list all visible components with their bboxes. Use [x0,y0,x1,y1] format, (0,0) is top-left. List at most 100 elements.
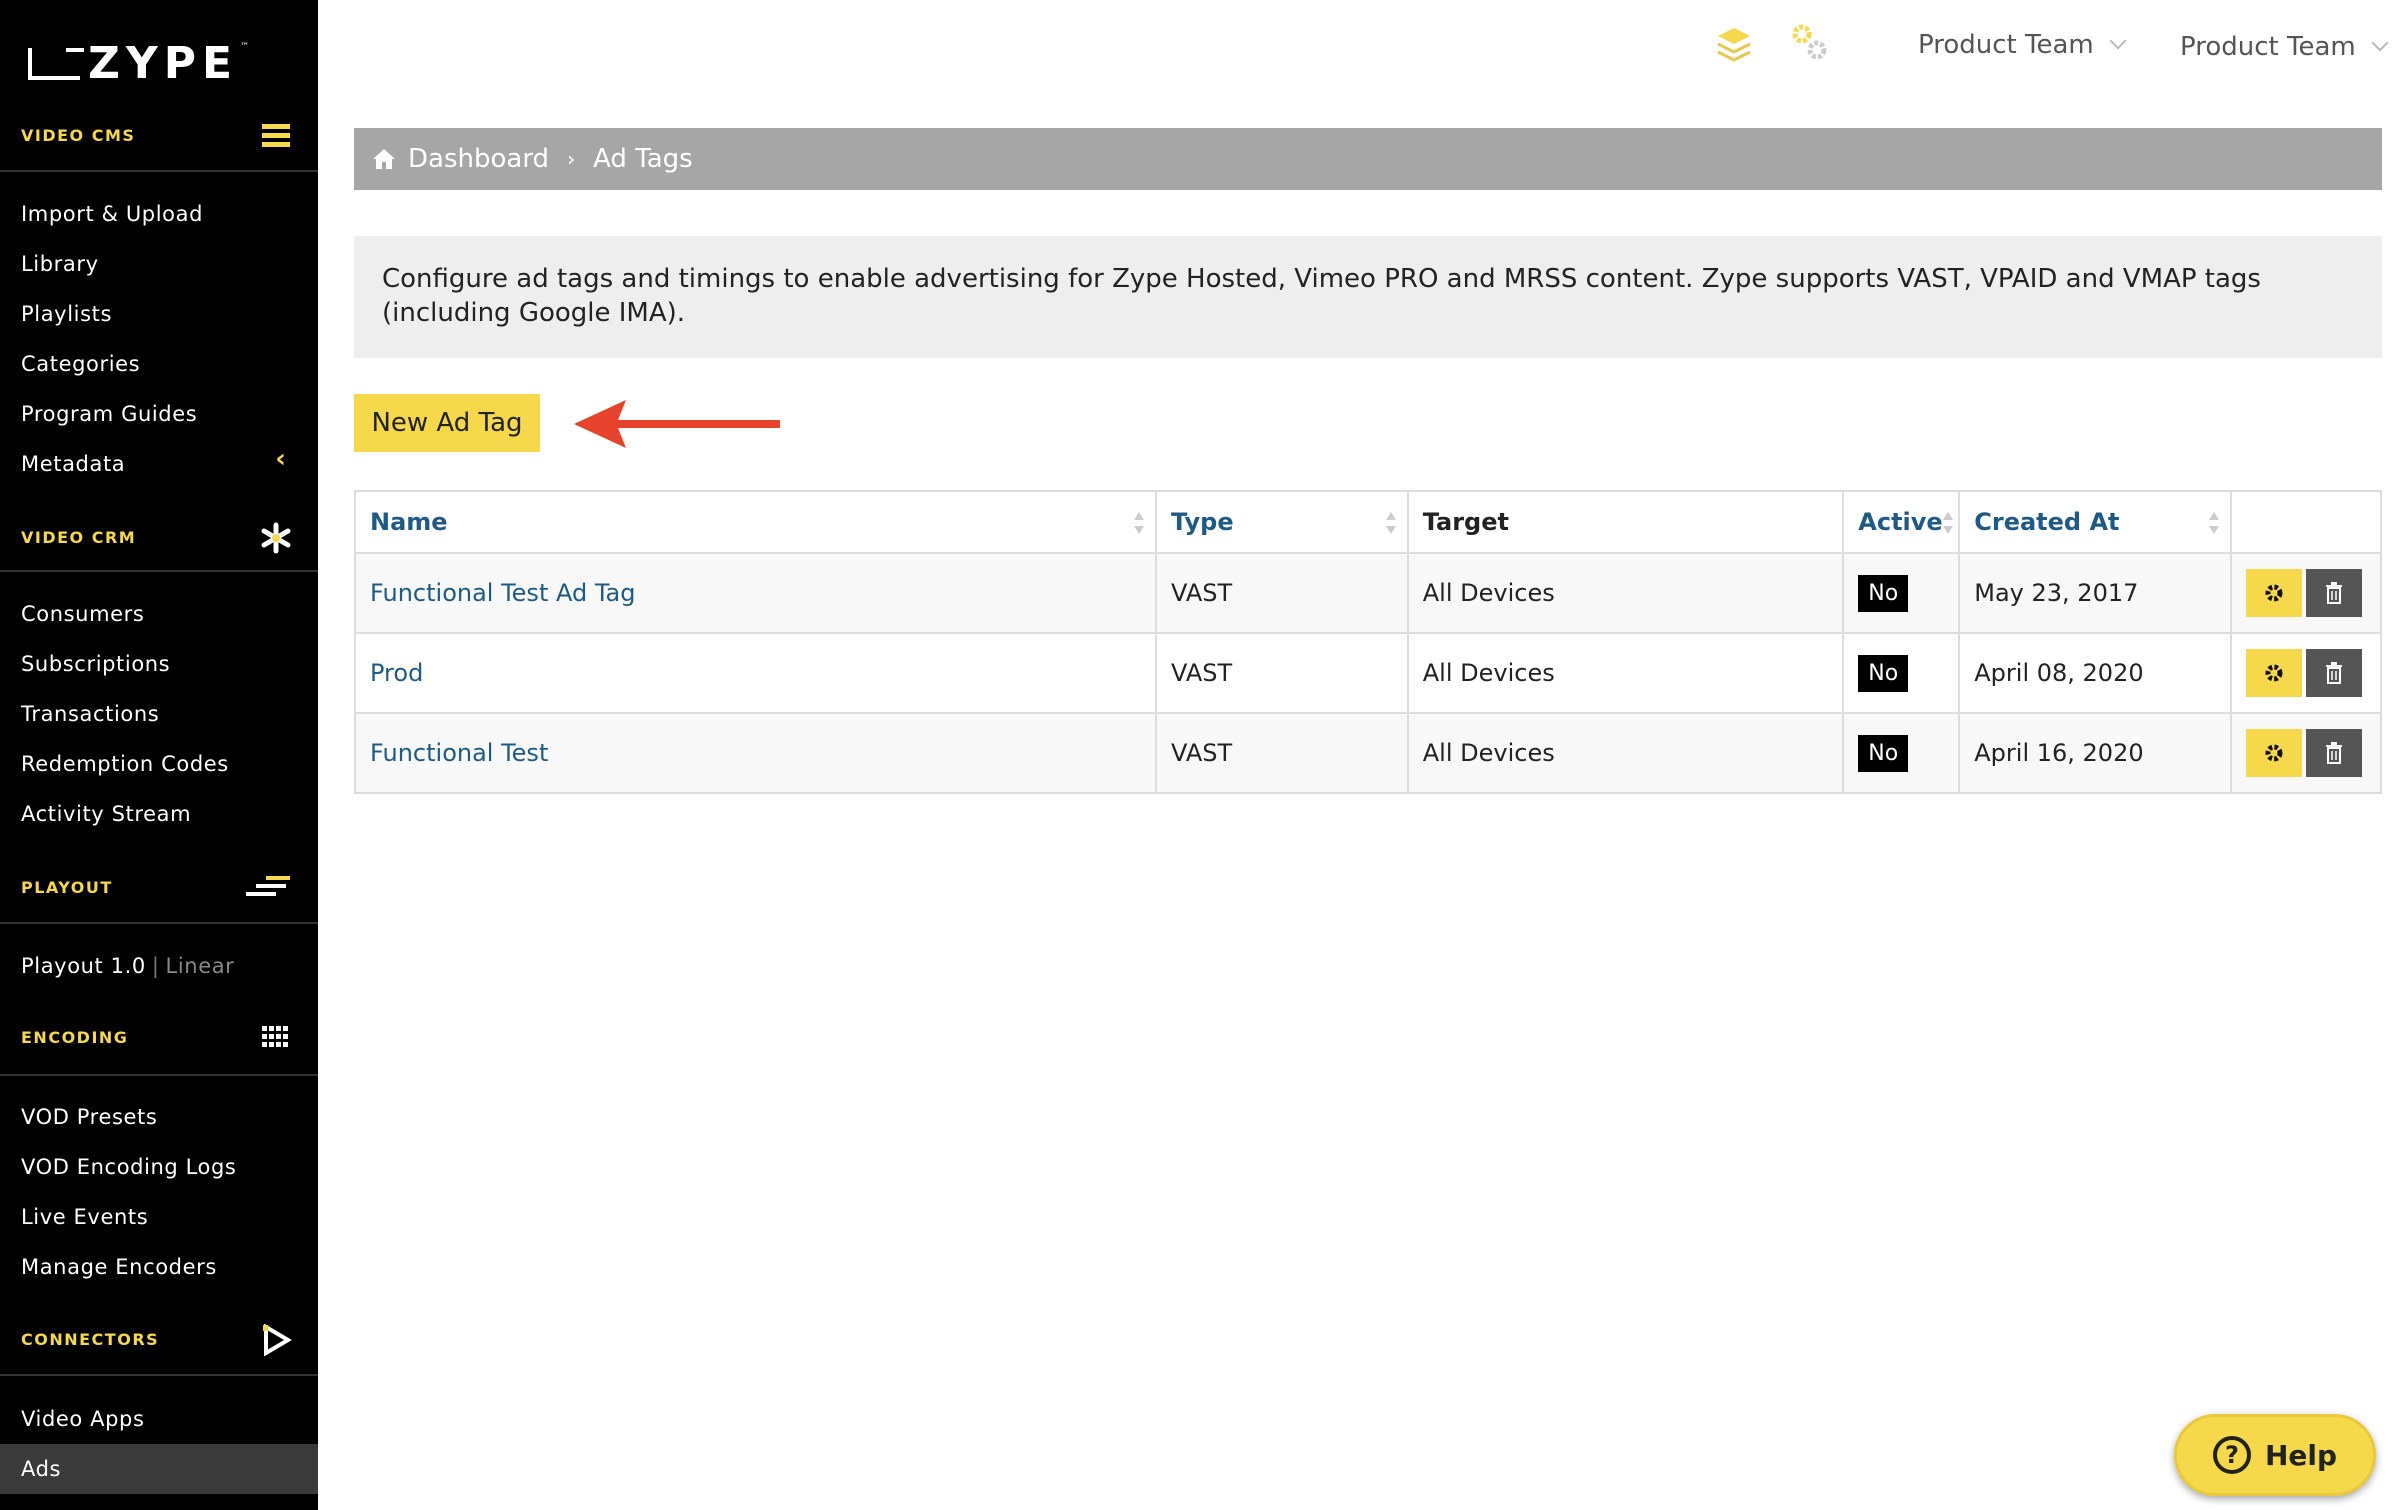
cell-target: All Devices [1406,552,1845,634]
delete-button[interactable] [2306,569,2363,617]
sidebar-item-import-upload[interactable]: Import & Upload [21,202,203,226]
grid-icon [262,1026,288,1047]
delete-button[interactable] [2306,729,2363,777]
help-label: Help [2264,1438,2338,1472]
column-header-type-label: Type [1171,508,1234,536]
sidebar-item-metadata[interactable]: Metadata [21,452,125,476]
sidebar-item-playlists[interactable]: Playlists [21,302,112,326]
status-badge: No [1858,734,1909,772]
play-outline-icon [263,1324,292,1356]
section-connectors[interactable]: CONNECTORS [0,1306,318,1376]
cell-name: Functional Test Ad Tag [354,552,1157,634]
info-box: Configure ad tags and timings to enable … [354,236,2382,358]
sidebar-item-categories[interactable]: Categories [21,352,140,376]
logo-trademark: ™ [240,42,250,52]
table-row: Functional Test VAST All Devices No Apri… [354,712,2382,794]
section-label-encoding: ENCODING [21,1028,129,1047]
gear-icon [2265,664,2283,682]
cell-active: No [1842,712,1961,794]
column-header-active-label: Active [1858,508,1943,536]
sort-icon [1134,512,1144,534]
gear-icon [2265,744,2283,762]
sidebar-item-subscriptions[interactable]: Subscriptions [21,652,170,676]
cell-actions [2230,712,2382,794]
column-header-target-label: Target [1422,508,1509,536]
cell-created-at: April 08, 2020 [1958,632,2233,714]
table-row: Prod VAST All Devices No April 08, 2020 [354,632,2382,714]
section-video-cms[interactable]: VIDEO CMS [0,106,318,172]
zype-logo[interactable]: ZYPE ™ [28,38,250,89]
breadcrumb: Dashboard › Ad Tags [354,128,2382,190]
trash-icon [2326,662,2343,684]
table-row: Functional Test Ad Tag VAST All Devices … [354,552,2382,634]
logo-text: ZYPE [88,38,239,89]
sidebar-item-program-guides[interactable]: Program Guides [21,402,197,426]
column-header-created-at[interactable]: Created At [1958,490,2233,554]
sidebar-item-vod-encoding-logs[interactable]: VOD Encoding Logs [21,1155,236,1179]
section-encoding[interactable]: ENCODING [0,1006,318,1076]
breadcrumb-current: Ad Tags [593,144,693,174]
sidebar-item-vod-presets[interactable]: VOD Presets [21,1105,157,1129]
help-button[interactable]: ? Help [2174,1414,2376,1496]
edit-button[interactable] [2246,649,2303,697]
delete-button[interactable] [2306,649,2363,697]
layers-icon[interactable] [1714,24,1754,68]
column-header-active[interactable]: Active [1842,490,1961,554]
team-select-2-label: Product Team [2180,32,2356,62]
trash-icon [2326,742,2343,764]
logo-mark-icon [28,48,84,80]
cell-type: VAST [1155,712,1409,794]
section-playout[interactable]: PLAYOUT [0,856,318,924]
cell-created-at: April 16, 2020 [1958,712,2233,794]
section-label-playout: PLAYOUT [21,878,113,897]
sidebar-item-consumers[interactable]: Consumers [21,602,144,626]
playout-label: Playout 1.0 [21,954,146,978]
section-video-crm[interactable]: VIDEO CRM [0,506,318,572]
edit-button[interactable] [2246,569,2303,617]
playout-separator: | [151,954,160,978]
section-label-video-crm: VIDEO CRM [21,528,137,547]
sort-icon [1943,512,1954,534]
settings-gears-icon[interactable] [1790,22,1830,64]
edit-button[interactable] [2246,729,2303,777]
sidebar-item-activity-stream[interactable]: Activity Stream [21,802,191,826]
ad-tag-name-link[interactable]: Functional Test [370,739,548,767]
cell-type: VAST [1155,632,1409,714]
sidebar-item-manage-encoders[interactable]: Manage Encoders [21,1255,217,1279]
cell-active: No [1842,632,1961,714]
sidebar-item-live-events[interactable]: Live Events [21,1205,148,1229]
new-ad-tag-button[interactable]: New Ad Tag [354,394,540,452]
column-header-type[interactable]: Type [1155,490,1409,554]
sidebar-item-library[interactable]: Library [21,252,99,276]
breadcrumb-dashboard-link[interactable]: Dashboard [408,144,549,174]
hamburger-icon[interactable] [260,120,292,152]
cell-name: Functional Test [354,712,1157,794]
info-text: Configure ad tags and timings to enable … [382,264,2261,328]
annotation-arrow-icon [574,400,780,448]
chevron-down-icon [2109,32,2127,50]
cell-active: No [1842,552,1961,634]
asterisk-icon [261,522,291,554]
chevron-left-icon[interactable]: ‹ [275,444,286,474]
cell-name: Prod [354,632,1157,714]
breadcrumb-separator-icon: › [567,147,576,171]
ad-tag-name-link[interactable]: Functional Test Ad Tag [370,579,635,607]
sidebar-item-ads[interactable]: Ads [21,1457,61,1481]
column-header-name[interactable]: Name [354,490,1157,554]
cell-type: VAST [1155,552,1409,634]
team-select-1[interactable]: Product Team [1918,30,2127,60]
column-header-name-label: Name [370,508,448,536]
sort-icon [1385,512,1396,534]
team-select-2[interactable]: Product Team [2180,32,2389,62]
sidebar-item-video-apps[interactable]: Video Apps [21,1407,144,1431]
home-icon [373,149,395,169]
column-header-target: Target [1406,490,1845,554]
sidebar-item-transactions[interactable]: Transactions [21,702,159,726]
playout-linear-label: Linear [165,954,235,978]
sidebar-item-playout[interactable]: Playout 1.0 | Linear [21,954,234,978]
ad-tag-name-link[interactable]: Prod [370,659,423,687]
sidebar-item-redemption-codes[interactable]: Redemption Codes [21,752,229,776]
section-label-connectors: CONNECTORS [21,1330,160,1349]
cell-target: All Devices [1406,712,1845,794]
trash-icon [2326,582,2343,604]
